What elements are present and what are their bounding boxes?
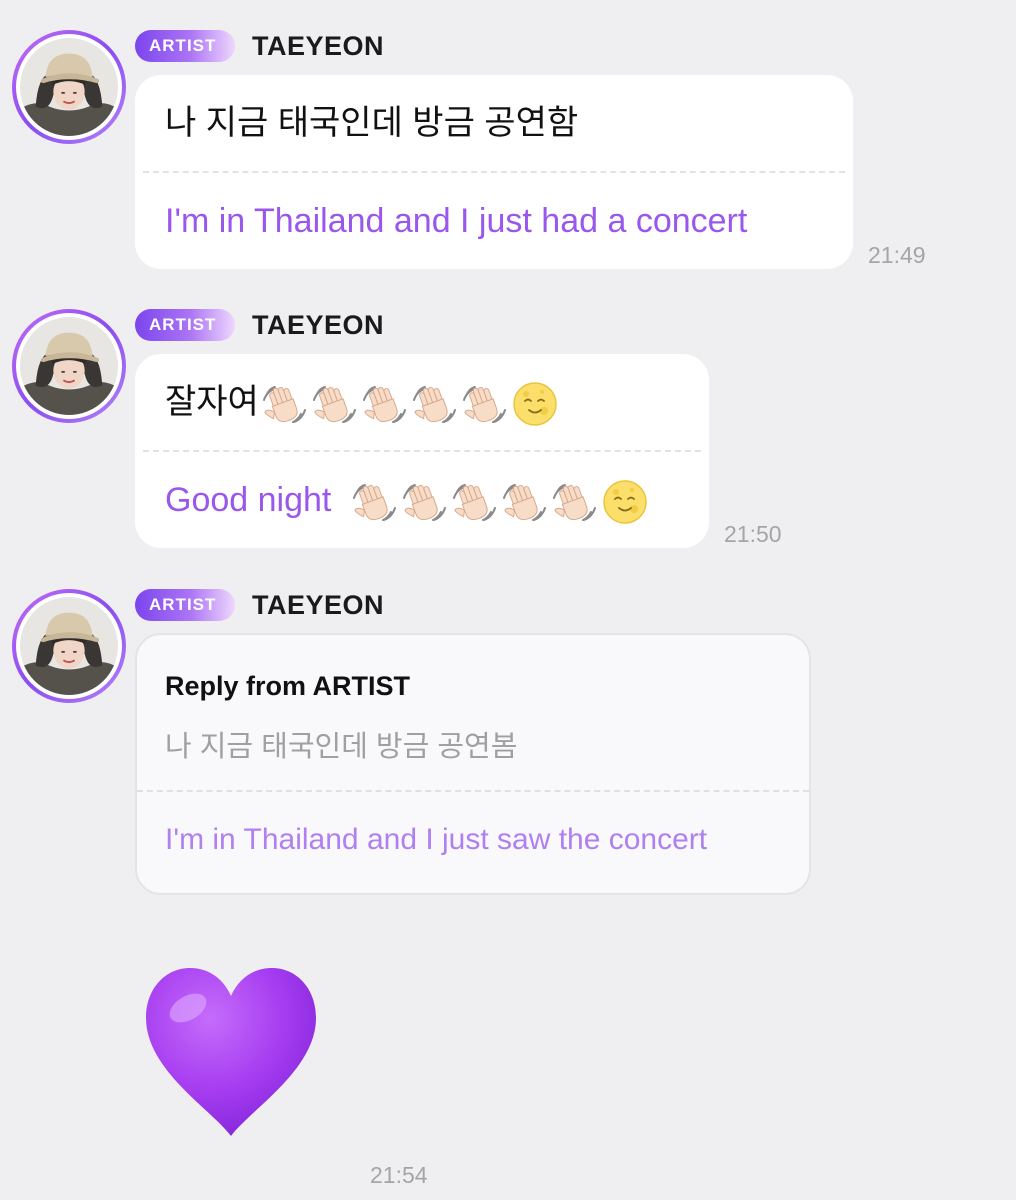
waving-hand-icon [411,380,459,428]
reply-title: Reply from ARTIST [165,671,411,701]
waving-hand-icon [551,478,599,526]
waving-hand-icon [451,478,499,526]
reply-translation-text: I'm in Thailand and I just saw the conce… [165,823,708,856]
waving-hand-icon [461,380,509,428]
sender-name[interactable]: TAEYEON [252,309,384,341]
message-translation-text: Good night [165,481,332,519]
divider [137,790,809,792]
purple-heart-icon[interactable] [140,960,322,1140]
reply-bubble[interactable]: Reply from ARTIST 나 지금 태국인데 방금 공연봄 I'm i… [135,633,811,895]
waving-hand-icon [501,478,549,526]
full-moon-face-icon [601,478,649,526]
artist-badge: ARTIST [135,309,235,341]
message-original-text: 잘자여 [165,383,259,421]
artist-badge: ARTIST [135,589,235,621]
message-bubble[interactable]: 잘자여 Good night [135,354,709,548]
waving-hand-icon [351,478,399,526]
message-timestamp: 21:50 [724,521,782,547]
avatar[interactable] [12,30,126,144]
reply-original-text: 나 지금 태국인데 방금 공연봄 [165,731,518,763]
message-timestamp: 21:54 [370,1162,428,1188]
message-original-text: 나 지금 태국인데 방금 공연함 [165,104,579,142]
full-moon-face-icon [511,380,559,428]
avatar-frame [16,593,122,699]
sender-name[interactable]: TAEYEON [252,589,384,621]
avatar[interactable] [12,309,126,423]
message-translation-text: I'm in Thailand and I just had a concert [165,202,748,240]
message-bubble[interactable]: 나 지금 태국인데 방금 공연함 I'm in Thailand and I j… [135,75,853,269]
message-timestamp: 21:49 [868,242,926,268]
message-translation-line: Good night [135,452,709,548]
message-original-line: 잘자여 [135,354,709,450]
avatar[interactable] [12,589,126,703]
waving-hand-icon [361,380,409,428]
waving-hand-icon [261,380,309,428]
artist-badge: ARTIST [135,30,235,62]
waving-hand-icon [401,478,449,526]
avatar-photo [20,317,118,415]
avatar-frame [16,313,122,419]
avatar-frame [16,34,122,140]
avatar-photo [20,597,118,695]
waving-hand-icon [311,380,359,428]
sender-name[interactable]: TAEYEON [252,30,384,62]
avatar-photo [20,38,118,136]
